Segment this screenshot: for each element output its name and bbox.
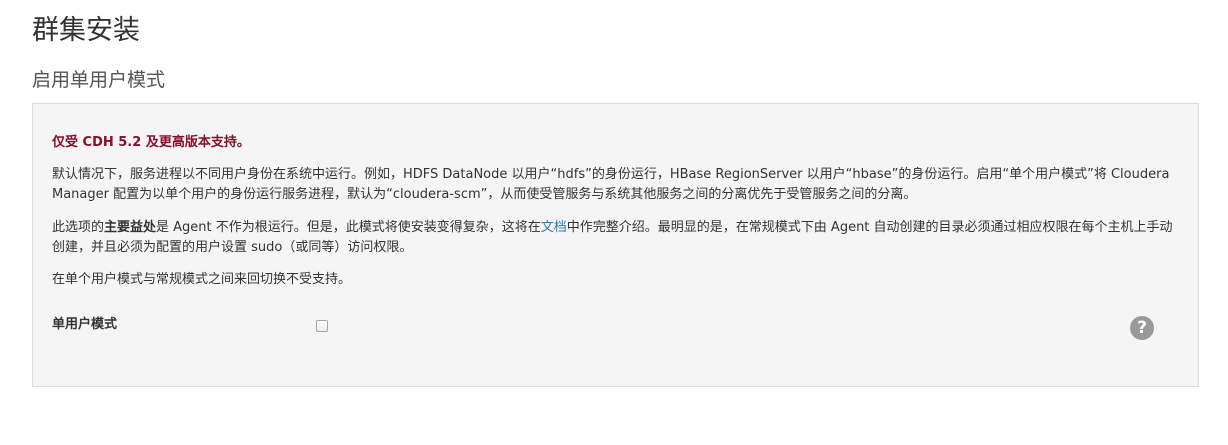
main-benefit-text: 主要益处 xyxy=(104,220,157,235)
description-paragraph-3: 在单个用户模式与常规模式之间来回切换不受支持。 xyxy=(52,272,352,287)
single-user-mode-panel: 仅受 CDH 5.2 及更高版本支持。 默认情况下，服务进程以不同用户身份在系统… xyxy=(32,103,1199,387)
section-subtitle: 启用单用户模式 xyxy=(32,69,166,91)
question-circle-icon[interactable]: ? xyxy=(1130,316,1154,340)
paragraph-2-prefix: 此选项的 xyxy=(52,220,105,235)
description-paragraph-1: 默认情况下，服务进程以不同用户身份在系统中运行。例如，HDFS DataNode… xyxy=(52,167,1170,202)
version-warning: 仅受 CDH 5.2 及更高版本支持。 xyxy=(52,135,250,150)
description-paragraph-2: 此选项的主要益处是 Agent 不作为根运行。但是，此模式将使安装变得复杂，这将… xyxy=(52,218,1180,258)
paragraph-2-mid: 是 Agent 不作为根运行。但是，此模式将使安装变得复杂，这将在 xyxy=(156,220,541,235)
page: 群集安装 启用单用户模式 仅受 CDH 5.2 及更高版本支持。 默认情况下，服… xyxy=(0,0,1228,445)
documentation-link[interactable]: 文档 xyxy=(541,220,567,235)
page-title: 群集安装 xyxy=(32,15,140,46)
single-user-mode-checkbox[interactable] xyxy=(316,320,328,332)
single-user-mode-label: 单用户模式 xyxy=(52,317,118,332)
